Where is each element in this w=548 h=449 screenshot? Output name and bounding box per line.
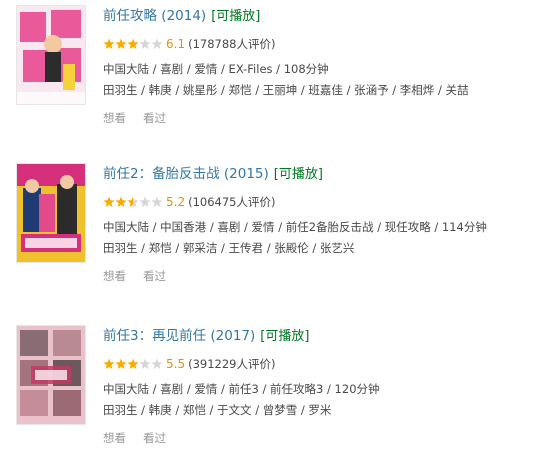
- movie-title-link[interactable]: 前任3：再见前任 (2017): [103, 328, 255, 344]
- star-icon: [151, 196, 163, 207]
- poster-image: [17, 326, 85, 424]
- movie-poster[interactable]: [16, 163, 86, 263]
- rating-score: 5.2: [166, 195, 186, 209]
- search-result: 前任2：备胎反击战 (2015) [可播放] 5.2 (106475人评价) 中国大…: [0, 163, 548, 283]
- movie-year: (2015): [223, 166, 269, 182]
- star-rating-icon: [103, 358, 163, 369]
- movie-meta: 中国大陆 / 喜剧 / 爱情 / 前任3 / 前任攻略3 / 120分钟: [103, 382, 380, 396]
- poster-image: [17, 6, 85, 104]
- movie-cast: 田羽生 / 韩庚 / 郑恺 / 于文文 / 曾梦雪 / 罗米: [103, 403, 332, 417]
- playable-badge[interactable]: [可播放]: [260, 329, 309, 344]
- star-icon: [151, 38, 163, 49]
- star-icon: [139, 38, 151, 49]
- movie-year: (2017): [210, 328, 256, 344]
- movie-meta: 中国大陆 / 中国香港 / 喜剧 / 爱情 / 前任2备胎反击战 / 现任攻略 …: [103, 220, 487, 234]
- star-icon: [103, 196, 115, 207]
- want-to-watch-button[interactable]: 想看: [103, 111, 126, 125]
- movie-poster[interactable]: [16, 325, 86, 425]
- movie-year: (2014): [161, 8, 207, 24]
- rating-score: 5.5: [166, 357, 186, 371]
- movie-meta: 中国大陆 / 喜剧 / 爱情 / EX-Files / 108分钟: [103, 62, 329, 76]
- star-icon: [115, 38, 127, 49]
- movie-cast: 田羽生 / 郑恺 / 郭采洁 / 王传君 / 张殿伦 / 张艺兴: [103, 241, 355, 255]
- rating-score: 6.1: [166, 37, 186, 51]
- movie-title-link[interactable]: 前任2：备胎反击战 (2015): [103, 166, 269, 182]
- playable-badge[interactable]: [可播放]: [211, 9, 260, 24]
- star-icon: [139, 196, 151, 207]
- poster-image: [17, 164, 85, 262]
- star-icon: [115, 196, 127, 207]
- watched-button[interactable]: 看过: [143, 269, 166, 283]
- star-icon: [127, 38, 139, 49]
- star-icon: [115, 358, 127, 369]
- rating-count: (178788人评价): [188, 37, 276, 51]
- movie-title-link[interactable]: 前任攻略 (2014): [103, 8, 206, 24]
- watched-button[interactable]: 看过: [143, 431, 166, 445]
- star-rating-icon: [103, 38, 163, 49]
- want-to-watch-button[interactable]: 想看: [103, 269, 126, 283]
- star-icon: [127, 358, 139, 369]
- movie-poster[interactable]: [16, 5, 86, 105]
- want-to-watch-button[interactable]: 想看: [103, 431, 126, 445]
- search-result: 前任攻略 (2014) [可播放] 6.1 (178788人评价) 中国大陆 / 喜…: [0, 5, 548, 125]
- star-icon: [151, 358, 163, 369]
- watched-button[interactable]: 看过: [143, 111, 166, 125]
- star-icon: [139, 358, 151, 369]
- playable-badge[interactable]: [可播放]: [274, 167, 323, 182]
- rating-count: (391229人评价): [188, 357, 276, 371]
- star-icon: [103, 38, 115, 49]
- rating-count: (106475人评价): [188, 195, 276, 209]
- star-icon: [127, 196, 139, 207]
- movie-cast: 田羽生 / 韩庚 / 姚星彤 / 郑恺 / 王丽坤 / 班嘉佳 / 张涵予 / …: [103, 83, 469, 97]
- star-rating-icon: [103, 196, 163, 207]
- star-icon: [103, 358, 115, 369]
- search-result: 前任3：再见前任 (2017) [可播放] 5.5 (391229人评价) 中国大陆…: [0, 325, 548, 445]
